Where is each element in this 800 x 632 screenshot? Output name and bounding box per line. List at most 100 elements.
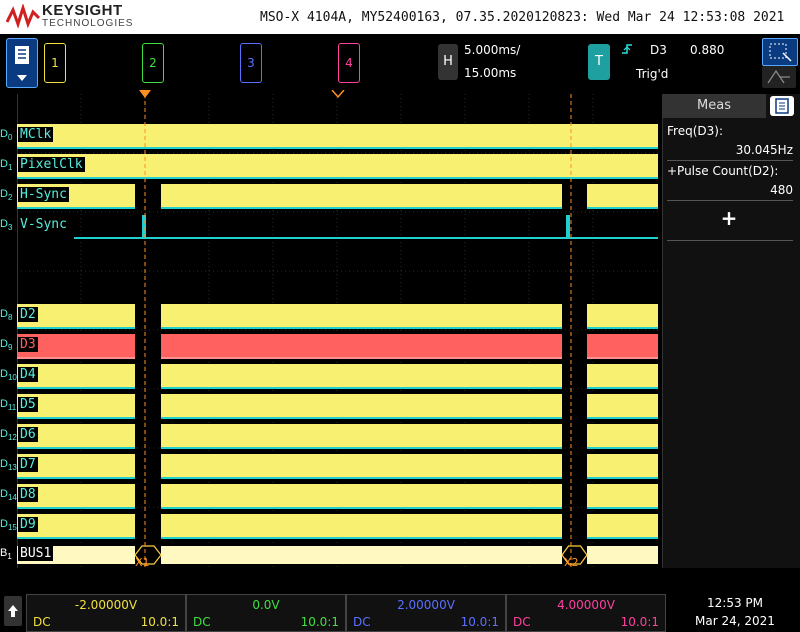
clock-time: 12:53 PM (707, 596, 763, 610)
signal-id-d9: D9 (0, 338, 13, 353)
divider (667, 160, 793, 161)
gesture-button[interactable] (762, 66, 796, 88)
signal-fill (161, 304, 562, 328)
main-menu-button[interactable] (6, 38, 38, 88)
signal-fill (17, 124, 658, 148)
keysight-logo-icon (6, 4, 40, 29)
trigger-level: 0.880 (690, 43, 725, 57)
cursor-x2-label: X2 (564, 556, 579, 569)
channel-offset: 4.00000V (557, 598, 615, 612)
channel-probe-ratio: 10.0:1 (300, 615, 339, 629)
signal-fill (587, 424, 658, 448)
signal-id-b1: B1 (0, 547, 12, 562)
channel-1-button[interactable]: 1 (44, 43, 66, 83)
signal-name[interactable]: D5 (18, 397, 38, 412)
signal-name[interactable]: PixelClk (18, 157, 85, 172)
control-bar (0, 34, 800, 92)
signal-fill (161, 184, 562, 208)
waveform-traces (17, 94, 658, 568)
trigger-edge-icon (622, 44, 632, 54)
signal-name[interactable]: D3 (18, 337, 38, 352)
channel-probe-ratio: 10.0:1 (140, 615, 179, 629)
signal-fill (161, 394, 562, 418)
cursor-x1-label: X1 (135, 556, 150, 569)
time-per-div: 5.000ms/ (464, 43, 521, 57)
channel-2-settings[interactable]: 0.0V DC 10.0:1 (186, 594, 346, 632)
measurement-value-freq: 30.045Hz (735, 143, 793, 157)
signal-fill (587, 304, 658, 328)
signal-fill (587, 184, 658, 208)
cursor-x1-marker-icon[interactable] (136, 90, 154, 100)
channel-offset: -2.00000V (74, 598, 138, 612)
signal-name[interactable]: D8 (18, 487, 38, 502)
signal-fill (587, 454, 658, 478)
trigger-button[interactable]: T (588, 44, 610, 80)
measurement-value-pulse: 480 (770, 183, 793, 197)
channel-3-settings[interactable]: 2.00000V DC 10.0:1 (346, 594, 506, 632)
add-measurement-button[interactable]: + (712, 206, 746, 232)
channel-offset: 2.00000V (397, 598, 455, 612)
signal-id-d10: D10 (0, 368, 17, 383)
bus-segment (161, 546, 562, 564)
signal-id-d15: D15 (0, 518, 17, 533)
signal-fill (161, 334, 562, 358)
measurement-label-freq: Freq(D3): (667, 124, 723, 138)
divider (667, 240, 793, 241)
panel-menu-button[interactable] (770, 96, 794, 116)
trigger-status: Trig'd (636, 67, 669, 81)
channel-probe-ratio: 10.0:1 (460, 615, 499, 629)
signal-fill (587, 484, 658, 508)
signal-fill (587, 364, 658, 388)
signal-id-d12: D12 (0, 428, 17, 443)
signal-id-d2: D2 (0, 188, 13, 203)
signal-name[interactable]: D6 (18, 427, 38, 442)
brand-name: KEYSIGHT (42, 2, 123, 19)
horizontal-button[interactable]: H (438, 44, 458, 80)
signal-fill (161, 454, 562, 478)
trigger-position-marker-icon[interactable] (329, 90, 347, 100)
channel-probe-ratio: 10.0:1 (620, 615, 659, 629)
signal-fill (587, 334, 658, 358)
list-menu-icon (775, 98, 789, 114)
trigger-source: D3 (650, 43, 667, 57)
signal-name[interactable]: D4 (18, 367, 38, 382)
signal-name[interactable]: V-Sync (18, 217, 69, 232)
signal-fill (161, 424, 562, 448)
instrument-info: MSO-X 4104A, MY52400163, 07.35.202012082… (260, 10, 785, 25)
bottom-expand-button[interactable] (4, 596, 22, 626)
signal-id-d13: D13 (0, 458, 17, 473)
channel-2-button[interactable]: 2 (142, 43, 164, 83)
measurement-title: Meas (662, 94, 766, 118)
signal-fill (587, 394, 658, 418)
signal-fill (161, 484, 562, 508)
signal-name[interactable]: D7 (18, 457, 38, 472)
horizontal-delay: 15.00ms (464, 66, 517, 80)
brand-subtitle: TECHNOLOGIES (42, 18, 134, 29)
signal-id-d3: D3 (0, 218, 13, 233)
signal-name[interactable]: D2 (18, 307, 38, 322)
signal-fill (587, 514, 658, 538)
channel-4-button[interactable]: 4 (338, 43, 360, 83)
channel-3-button[interactable]: 3 (240, 43, 262, 83)
signal-fill (161, 364, 562, 388)
channel-coupling: DC (513, 615, 531, 629)
measurement-label-pulse: +Pulse Count(D2): (667, 164, 779, 178)
signal-fill (17, 154, 658, 178)
selection-box-icon (769, 43, 792, 62)
channel-coupling: DC (33, 615, 51, 629)
channel-1-settings[interactable]: -2.00000V DC 10.0:1 (26, 594, 186, 632)
signal-id-d11: D11 (0, 398, 17, 413)
signal-name[interactable]: BUS1 (18, 546, 54, 561)
clock-date: Mar 24, 2021 (695, 614, 775, 628)
zoom-select-button[interactable] (762, 38, 798, 66)
bus-segment (587, 546, 658, 564)
signal-name[interactable]: H-Sync (18, 187, 69, 202)
document-menu-icon (15, 46, 29, 81)
channel-4-settings[interactable]: 4.00000V DC 10.0:1 (506, 594, 666, 632)
divider (667, 200, 793, 201)
signal-name[interactable]: D9 (18, 517, 38, 532)
channel-offset: 0.0V (252, 598, 280, 612)
signal-id-d14: D14 (0, 488, 17, 503)
signal-name[interactable]: MClk (18, 127, 54, 142)
channel-coupling: DC (353, 615, 371, 629)
